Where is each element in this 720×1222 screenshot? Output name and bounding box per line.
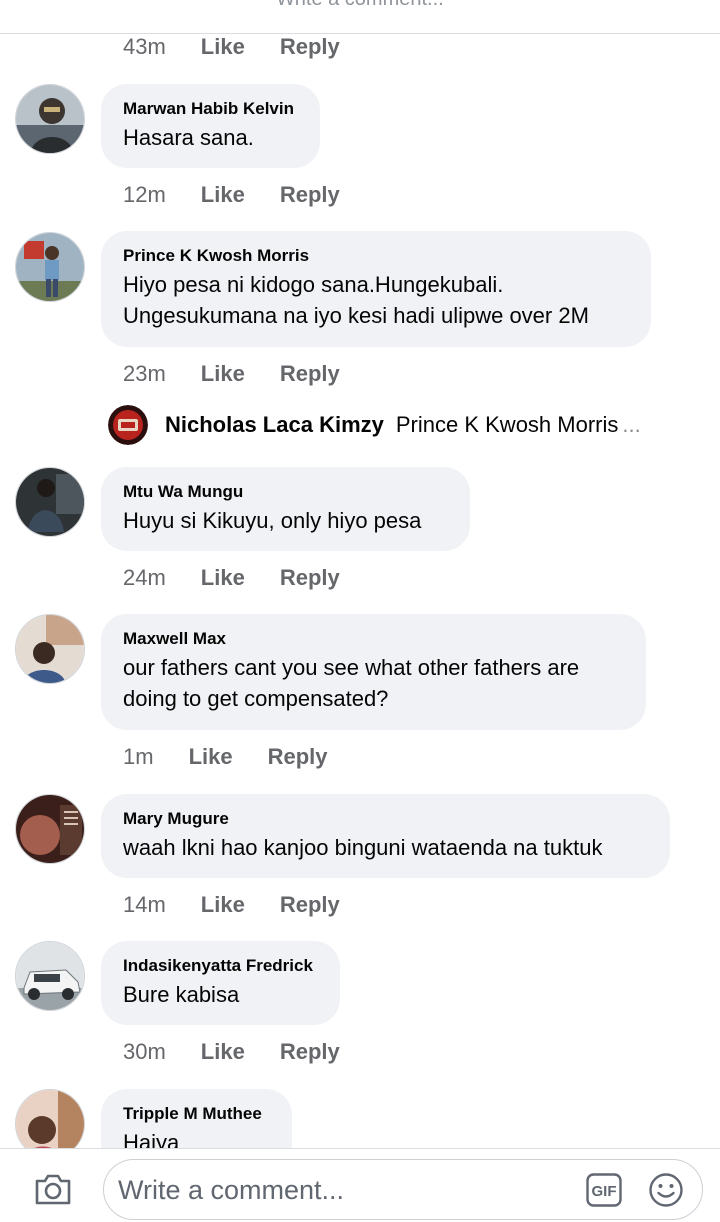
like-button[interactable]: Like (201, 34, 245, 60)
reply-button[interactable]: Reply (280, 182, 340, 208)
reply-button[interactable]: Reply (280, 565, 340, 591)
profile-photo-icon (16, 85, 84, 153)
reply-button[interactable]: Reply (280, 361, 340, 387)
like-button[interactable]: Like (201, 565, 245, 591)
avatar[interactable] (15, 84, 85, 154)
avatar[interactable] (15, 614, 85, 684)
profile-photo-icon (16, 942, 84, 1010)
comment-text: Hasara sana. (123, 125, 254, 150)
reply-author[interactable]: Nicholas Laca Kimzy (165, 412, 384, 438)
reply-button[interactable]: Reply (280, 892, 340, 918)
profile-photo-icon (108, 405, 148, 445)
comment-text: Bure kabisa (123, 982, 240, 1007)
comment-author[interactable]: Maxwell Max (123, 628, 624, 650)
avatar[interactable] (15, 467, 85, 537)
comment-meta-row: 24m Like Reply (123, 563, 340, 593)
comment-meta-row: 30m Like Reply (123, 1037, 340, 1067)
comment-time: 14m (123, 892, 166, 917)
gif-label: GIF (592, 1183, 617, 1200)
comment-bubble: Prince K Kwosh Morris Hiyo pesa ni kidog… (101, 231, 651, 347)
comment-meta-row: 14m Like Reply (123, 890, 340, 920)
reply-text: Prince K Kwosh Morris (395, 412, 619, 437)
profile-photo-icon (16, 233, 84, 301)
comment-text: our fathers cant you see what other fath… (123, 655, 580, 711)
comment-time: 30m (123, 1039, 166, 1064)
avatar[interactable] (15, 232, 85, 302)
comment-author[interactable]: Tripple M Muthee (123, 1103, 270, 1125)
profile-photo-icon (16, 795, 84, 863)
emoji-icon[interactable] (648, 1172, 684, 1208)
comment-time: 1m (123, 744, 154, 769)
comment-meta-row: 12m Like Reply (123, 180, 340, 210)
comment-meta-row: 1m Like Reply (123, 742, 328, 772)
comment-bubble: Mtu Wa Mungu Huyu si Kikuyu, only hiyo p… (101, 467, 470, 551)
like-button[interactable]: Like (201, 892, 245, 918)
like-button[interactable]: Like (201, 1039, 245, 1065)
comment-bubble: Maxwell Max our fathers cant you see wha… (101, 614, 646, 730)
comment-author[interactable]: Mary Mugure (123, 808, 648, 830)
reply-preview[interactable]: Nicholas Laca Kimzy Prince K Kwosh Morri… (108, 404, 641, 446)
comment-author[interactable]: Marwan Habib Kelvin (123, 98, 298, 120)
camera-icon[interactable] (33, 1169, 73, 1209)
comment-meta-row: 23m Like Reply (123, 359, 340, 389)
comment-text: Hiyo pesa ni kidogo sana.Hungekubali. Un… (123, 272, 589, 328)
like-button[interactable]: Like (189, 744, 233, 770)
like-button[interactable]: Like (201, 361, 245, 387)
comment-time: 12m (123, 182, 166, 207)
comment-author[interactable]: Prince K Kwosh Morris (123, 245, 629, 267)
comment-input[interactable] (116, 1168, 576, 1212)
comments-screen: Write a comment... 43m Like Reply Marwan… (0, 0, 720, 1222)
comment-composer: GIF (0, 1148, 720, 1222)
comment-bubble: Indasikenyatta Fredrick Bure kabisa (101, 941, 340, 1025)
gif-icon[interactable]: GIF (586, 1173, 622, 1207)
comment-time: 24m (123, 565, 166, 590)
avatar[interactable] (15, 794, 85, 864)
top-header: Write a comment... (0, 0, 720, 34)
comment-time: 43m (123, 34, 166, 59)
comment-bubble: Marwan Habib Kelvin Hasara sana. (101, 84, 320, 168)
reply-ellipsis: ... (622, 412, 641, 437)
like-button[interactable]: Like (201, 182, 245, 208)
profile-photo-icon (16, 468, 84, 536)
comment-author[interactable]: Mtu Wa Mungu (123, 481, 448, 503)
profile-photo-icon (16, 615, 84, 683)
comment-author[interactable]: Indasikenyatta Fredrick (123, 955, 318, 977)
comment-bubble: Mary Mugure waah lkni hao kanjoo binguni… (101, 794, 670, 878)
reply-button[interactable]: Reply (280, 1039, 340, 1065)
comment-input-box[interactable]: GIF (103, 1159, 703, 1220)
comment-meta-row: 43m Like Reply (123, 32, 340, 62)
reply-button[interactable]: Reply (268, 744, 328, 770)
header-cut-title: Write a comment... (0, 0, 720, 11)
comment-time: 23m (123, 361, 166, 386)
comment-text: waah lkni hao kanjoo binguni wataenda na… (123, 835, 603, 860)
reply-button[interactable]: Reply (280, 34, 340, 60)
comment-text: Huyu si Kikuyu, only hiyo pesa (123, 508, 422, 533)
reply-avatar[interactable] (108, 405, 148, 445)
avatar[interactable] (15, 941, 85, 1011)
